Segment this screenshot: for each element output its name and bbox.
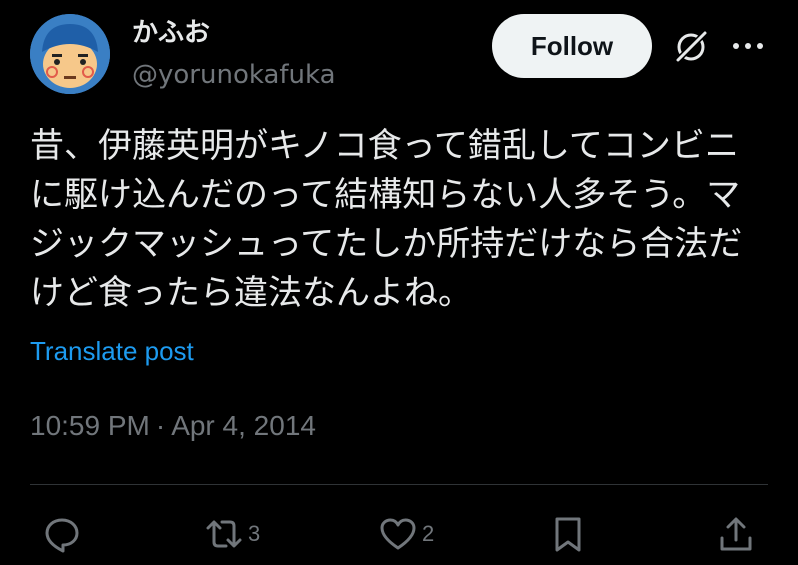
like-button[interactable]: 2 — [378, 512, 434, 556]
heart-icon — [380, 518, 416, 550]
grok-icon[interactable] — [672, 28, 710, 66]
retweet-count: 3 — [248, 521, 261, 546]
retweet-button[interactable]: 3 — [204, 512, 260, 556]
timestamp: 10:59 PM · Apr 4, 2014 — [30, 410, 316, 442]
reply-button[interactable] — [42, 512, 82, 556]
display-name[interactable]: かふお — [132, 16, 210, 50]
bookmark-button[interactable] — [548, 512, 588, 556]
share-button[interactable] — [716, 512, 756, 556]
tweet-text: 昔、伊藤英明がキノコ食って錯乱してコンビニ に駆け込んだのって結構知らない人多そ… — [30, 122, 770, 318]
follow-button[interactable]: Follow — [492, 14, 652, 78]
post-time[interactable]: 10:59 PM — [30, 410, 150, 441]
share-icon — [720, 517, 752, 551]
more-options-icon[interactable] — [730, 36, 766, 56]
bookmark-icon — [555, 517, 581, 552]
divider — [30, 484, 768, 485]
timestamp-separator: · — [155, 410, 166, 441]
tweet-text-line: けど食ったら違法なんよね。 — [30, 273, 472, 313]
like-count: 2 — [422, 521, 435, 546]
tweet-text-line: 昔、伊藤英明がキノコ食って錯乱してコンビニ — [30, 126, 739, 166]
user-handle[interactable]: @yorunokafuka — [132, 58, 336, 92]
tweet-text-line: に駆け込んだのって結構知らない人多そう。マ — [30, 175, 741, 215]
tweet-text-line: ジックマッシュってたしか所持だけなら合法だ — [30, 224, 743, 264]
avatar-illustration — [30, 14, 110, 94]
retweet-icon — [206, 520, 242, 548]
post-date[interactable]: Apr 4, 2014 — [171, 410, 316, 441]
translate-post-link[interactable]: Translate post — [30, 336, 194, 367]
reply-icon — [45, 518, 79, 553]
avatar[interactable] — [30, 14, 110, 94]
